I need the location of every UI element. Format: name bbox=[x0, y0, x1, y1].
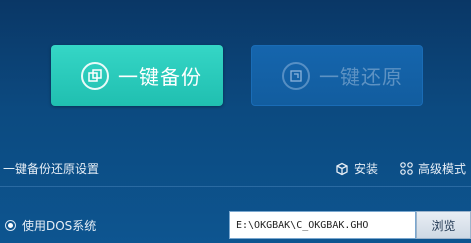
browse-button[interactable]: 浏览 bbox=[416, 211, 471, 239]
radio-selected-dot bbox=[8, 223, 13, 228]
backup-button-label: 一键备份 bbox=[118, 65, 202, 89]
radio-button[interactable] bbox=[5, 220, 16, 231]
restore-icon bbox=[282, 61, 310, 90]
advanced-mode-link[interactable]: 高级模式 bbox=[400, 160, 466, 177]
divider bbox=[0, 186, 471, 187]
one-click-backup-button[interactable]: 一键备份 bbox=[51, 45, 223, 106]
use-dos-radio[interactable]: 使用DOS系统 bbox=[5, 217, 96, 234]
ghost-path-input[interactable] bbox=[229, 211, 416, 239]
advanced-mode-label: 高级模式 bbox=[418, 162, 467, 176]
settings-title: 一键备份还原设置 bbox=[3, 162, 100, 176]
use-dos-label: 使用DOS系统 bbox=[22, 219, 97, 233]
backup-icon bbox=[81, 61, 109, 90]
install-link[interactable]: 安装 bbox=[335, 160, 378, 177]
one-click-restore-button[interactable]: 一键还原 bbox=[251, 45, 423, 106]
box-icon bbox=[335, 162, 349, 176]
restore-button-label: 一键还原 bbox=[319, 65, 403, 89]
install-label: 安装 bbox=[354, 162, 379, 176]
grid-icon bbox=[400, 162, 413, 175]
